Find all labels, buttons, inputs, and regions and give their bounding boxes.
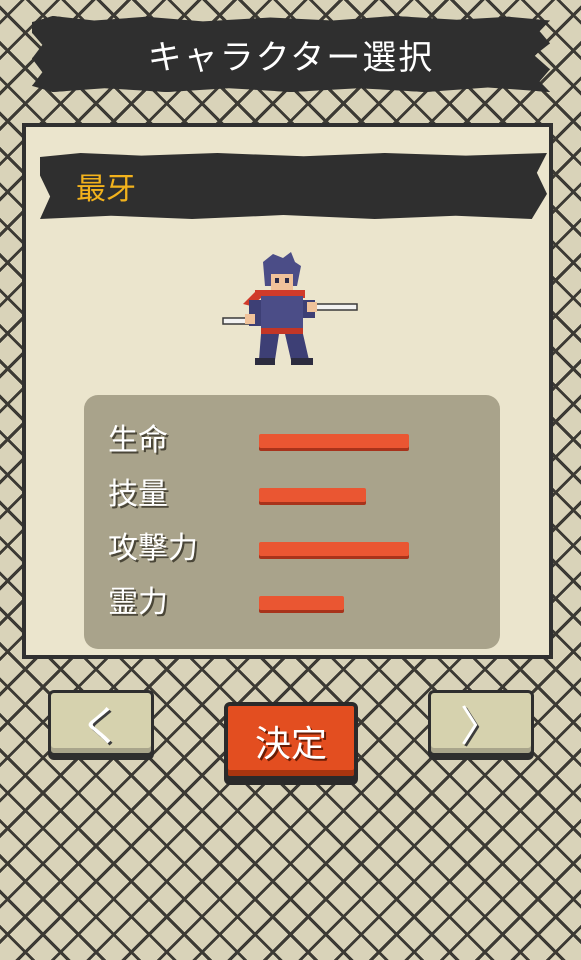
stat-bar-attack xyxy=(259,542,409,556)
stat-bar-skill xyxy=(259,488,366,502)
stat-bar-spirit xyxy=(259,596,344,610)
stats-box: 生命 技量 攻撃力 霊力 xyxy=(84,395,500,649)
character-panel: 最牙 生命 技量 攻撃力 霊力 xyxy=(22,123,553,659)
stat-label-spirit: 霊力 xyxy=(108,585,168,620)
stat-row: 技量 xyxy=(84,475,500,515)
stat-row: 攻撃力 xyxy=(84,529,500,569)
chevron-right-icon: 〉 xyxy=(459,701,502,751)
chevron-left-icon: く xyxy=(79,701,122,751)
confirm-button[interactable]: 決定 xyxy=(224,702,358,780)
title-banner: キャラクター選択 xyxy=(32,16,550,92)
screen-title: キャラクター選択 xyxy=(147,37,435,78)
stat-label-attack: 攻撃力 xyxy=(108,531,198,566)
stat-bar-life xyxy=(259,434,409,448)
character-name-banner: 最牙 xyxy=(40,153,547,219)
previous-character-button[interactable]: く xyxy=(48,690,154,756)
stat-label-life: 生命 xyxy=(108,423,168,458)
next-character-button[interactable]: 〉 xyxy=(428,690,534,756)
stat-row: 霊力 xyxy=(84,583,500,623)
confirm-label: 決定 xyxy=(254,724,327,765)
ninja-character-sprite-icon xyxy=(222,252,358,365)
stat-row: 生命 xyxy=(84,421,500,461)
character-name: 最牙 xyxy=(76,172,136,207)
stat-label-skill: 技量 xyxy=(108,477,168,512)
